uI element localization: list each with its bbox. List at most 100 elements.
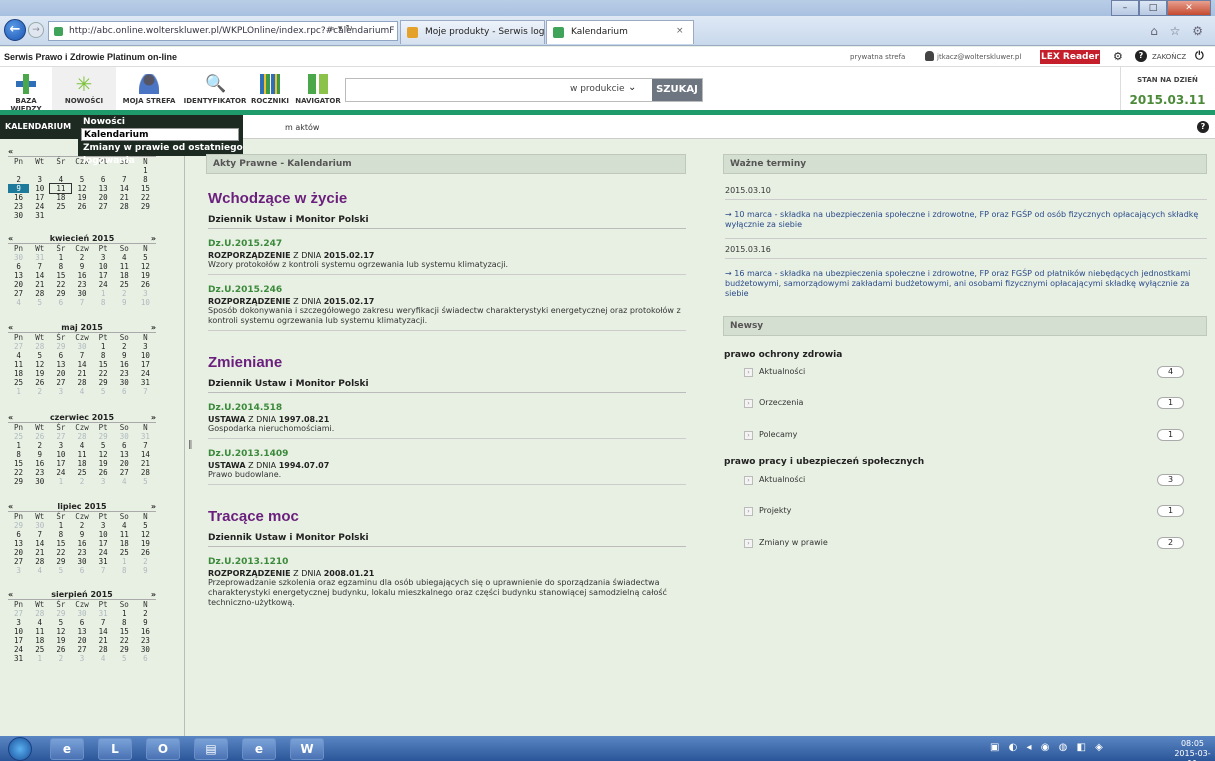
calendar-day[interactable]: 7 xyxy=(114,175,135,184)
calendar-day[interactable]: 9 xyxy=(8,184,30,193)
calendar-day[interactable]: 8 xyxy=(50,530,71,539)
calendar-day[interactable]: 25 xyxy=(114,548,135,557)
calendar-day[interactable]: 10 xyxy=(50,450,71,459)
taskbar-app-explorer[interactable]: ▤ xyxy=(194,738,228,760)
calendar-day[interactable]: 30 xyxy=(71,289,92,298)
calendar-day[interactable]: 5 xyxy=(29,298,50,307)
calendar-day[interactable]: 4 xyxy=(8,298,29,307)
calendar-day[interactable]: 8 xyxy=(114,566,135,575)
maximize-button[interactable]: □ xyxy=(1139,0,1167,16)
calendar-day[interactable]: 4 xyxy=(50,175,71,184)
taskbar-app-outlook[interactable]: O xyxy=(146,738,180,760)
calendar-day[interactable]: 25 xyxy=(8,378,29,387)
calendar-day[interactable]: 18 xyxy=(114,539,135,548)
calendar-day[interactable]: 12 xyxy=(50,627,71,636)
calendar-day[interactable]: 31 xyxy=(8,654,29,663)
calendar-day[interactable]: 3 xyxy=(93,521,114,530)
gear-icon[interactable]: ⚙ xyxy=(1113,50,1123,63)
logout-label[interactable]: ZAKOŃCZ xyxy=(1152,53,1186,61)
calendar-day[interactable]: 27 xyxy=(50,378,71,387)
calendar-day[interactable]: 14 xyxy=(93,627,114,636)
calendar-day[interactable]: 7 xyxy=(71,351,92,360)
calendar-day[interactable]: 23 xyxy=(71,548,92,557)
calendar-day[interactable]: 29 xyxy=(93,378,114,387)
next-month-button[interactable]: » xyxy=(151,234,156,243)
calendar-day[interactable]: 9 xyxy=(135,618,156,627)
prev-month-button[interactable]: « xyxy=(8,590,13,599)
calendar-day[interactable]: 5 xyxy=(50,566,71,575)
calendar-day[interactable]: 5 xyxy=(93,441,114,450)
calendar-day[interactable]: 5 xyxy=(114,654,135,663)
calendar-day[interactable]: 22 xyxy=(135,193,156,202)
calendar-day[interactable]: 30 xyxy=(135,645,156,654)
calendar-day[interactable]: 27 xyxy=(50,432,71,441)
calendar-day[interactable]: 19 xyxy=(93,459,114,468)
calendar-day[interactable]: 18 xyxy=(29,636,50,645)
calendar-day[interactable]: 2 xyxy=(135,609,156,618)
act-id-link[interactable]: Dz.U.2013.1210 xyxy=(208,557,686,567)
tab-kalendarium[interactable]: KALENDARIUM xyxy=(0,115,78,139)
calendar-day[interactable]: 15 xyxy=(50,271,71,280)
calendar-day[interactable]: 22 xyxy=(8,468,29,477)
identyfikator-button[interactable]: 🔍 IDENTYFIKATOR xyxy=(182,67,248,110)
calendar-day[interactable]: 12 xyxy=(93,450,114,459)
term-link[interactable]: → 10 marca - składka na ubezpieczenia sp… xyxy=(725,210,1207,238)
calendar-day[interactable]: 31 xyxy=(135,378,156,387)
calendar-day[interactable]: 28 xyxy=(29,609,50,618)
calendar-day[interactable]: 14 xyxy=(29,539,50,548)
calendar-day[interactable]: 9 xyxy=(71,262,92,271)
calendar-day[interactable]: 26 xyxy=(29,378,50,387)
calendar-day[interactable]: 6 xyxy=(135,654,156,663)
calendar-day[interactable]: 31 xyxy=(29,211,50,220)
calendar-day[interactable]: 21 xyxy=(29,548,50,557)
search-button[interactable]: SZUKAJ xyxy=(652,79,702,101)
calendar-day[interactable]: 13 xyxy=(50,360,71,369)
calendar-day[interactable]: 21 xyxy=(114,193,135,202)
calendar-day[interactable]: 8 xyxy=(93,351,114,360)
calendar-day[interactable]: 13 xyxy=(8,539,29,548)
calendar-day[interactable]: 7 xyxy=(93,566,114,575)
calendar-day[interactable]: 20 xyxy=(50,369,71,378)
next-month-button[interactable]: » xyxy=(151,590,156,599)
calendar-day[interactable]: 28 xyxy=(71,432,92,441)
calendar-day[interactable]: 10 xyxy=(29,184,50,193)
calendar-day[interactable]: 28 xyxy=(29,289,50,298)
calendar-day[interactable]: 18 xyxy=(8,369,29,378)
calendar-day[interactable]: 27 xyxy=(8,557,29,566)
calendar-day[interactable]: 4 xyxy=(93,654,114,663)
news-item[interactable]: › Zmiany w prawie xyxy=(744,538,828,548)
calendar-day[interactable]: 11 xyxy=(71,450,92,459)
calendar-day[interactable]: 13 xyxy=(71,627,92,636)
calendar-day[interactable]: 7 xyxy=(93,618,114,627)
calendar-day[interactable]: 29 xyxy=(8,477,29,486)
calendar-day[interactable]: 9 xyxy=(114,351,135,360)
calendar-day[interactable] xyxy=(50,211,71,220)
calendar-day[interactable]: 31 xyxy=(93,557,114,566)
calendar-day[interactable]: 29 xyxy=(93,432,114,441)
calendar-day[interactable]: 3 xyxy=(93,253,114,262)
calendar-day[interactable]: 23 xyxy=(135,636,156,645)
calendar-day[interactable]: 25 xyxy=(71,468,92,477)
prev-month-button[interactable]: « xyxy=(8,502,13,511)
calendar-day[interactable] xyxy=(135,211,156,220)
calendar-day[interactable]: 17 xyxy=(8,636,29,645)
calendar-day[interactable]: 4 xyxy=(29,566,50,575)
calendar-day[interactable]: 7 xyxy=(29,262,50,271)
calendar-day[interactable]: 28 xyxy=(71,378,92,387)
calendar-day[interactable]: 24 xyxy=(29,202,50,211)
calendar-day[interactable]: 19 xyxy=(135,271,156,280)
browser-toolbar-icons[interactable]: ⌂ ☆ ⚙ xyxy=(1150,24,1207,38)
browser-tab-products[interactable]: Moje produkty - Serwis logow... xyxy=(400,20,545,44)
taskbar-app-firefox[interactable]: e xyxy=(50,738,84,760)
calendar-day[interactable]: 2 xyxy=(29,441,50,450)
calendar-day[interactable]: 29 xyxy=(114,645,135,654)
roczniki-button[interactable]: ROCZNIKI xyxy=(248,67,292,110)
calendar-day[interactable]: 10 xyxy=(135,351,156,360)
search-input[interactable] xyxy=(345,78,703,102)
calendar-day[interactable]: 29 xyxy=(50,609,71,618)
calendar-day[interactable]: 11 xyxy=(29,627,50,636)
calendar-day[interactable]: 3 xyxy=(93,477,114,486)
calendar-day[interactable]: 5 xyxy=(93,387,114,396)
term-link[interactable]: → 16 marca - składka na ubezpieczenia sp… xyxy=(725,269,1207,299)
calendar-day[interactable]: 3 xyxy=(8,566,29,575)
